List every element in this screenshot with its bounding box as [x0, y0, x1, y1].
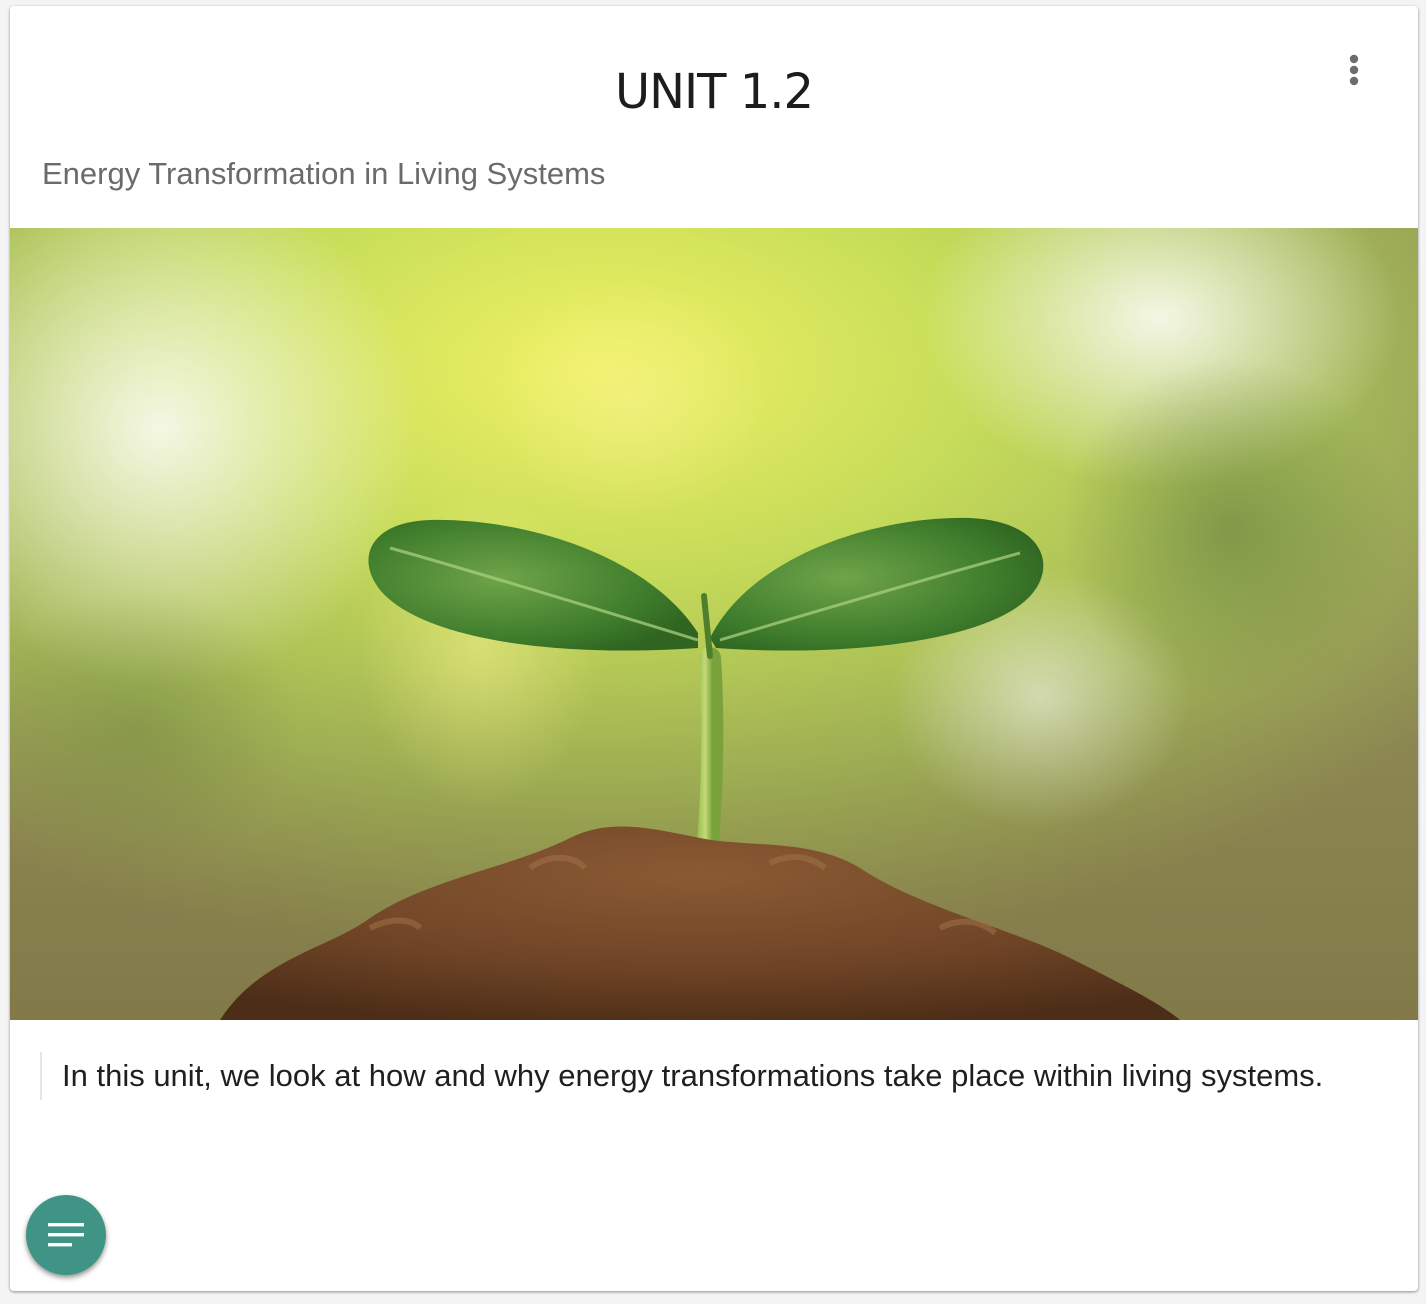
card-subtitle: Energy Transformation in Living Systems: [42, 156, 606, 191]
more-vert-icon: [1349, 54, 1359, 86]
card-title: UNIT 1.2: [614, 64, 814, 120]
more-options-button[interactable]: [1334, 50, 1374, 102]
menu-fab-button[interactable]: [26, 1195, 106, 1275]
menu-lines-icon: [48, 1223, 84, 1247]
seedling-image: [10, 228, 1418, 1020]
unit-card: UNIT 1.2 Energy Transformation in Living…: [10, 6, 1418, 1291]
hero-image: [10, 228, 1418, 1020]
unit-description: In this unit, we look at how and why ene…: [40, 1052, 1352, 1100]
